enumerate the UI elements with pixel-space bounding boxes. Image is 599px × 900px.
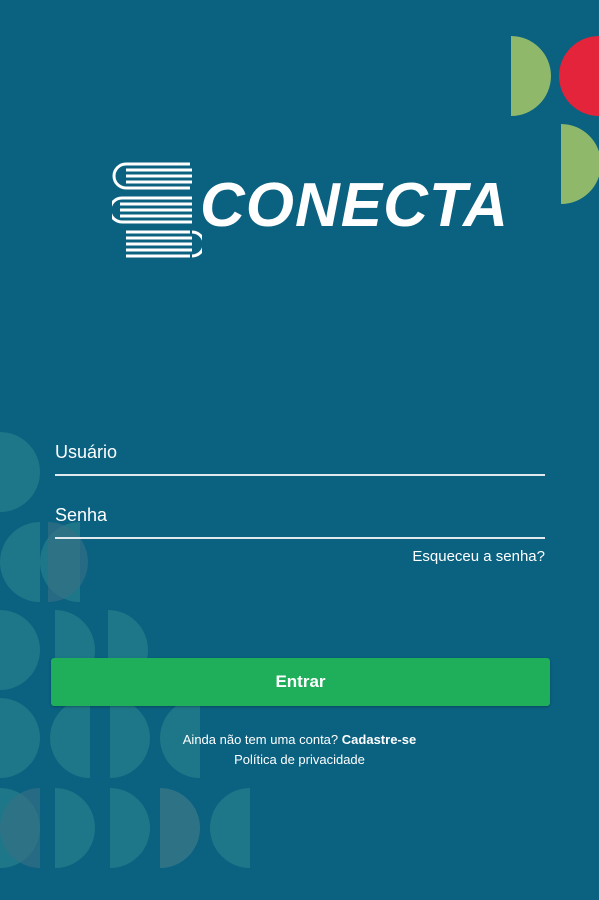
green-half-circle-shape [561,124,599,204]
username-input[interactable] [55,430,545,474]
username-field-container [55,430,545,476]
decorative-shapes-top [511,36,599,204]
login-button[interactable]: Entrar [51,658,550,706]
privacy-policy-link[interactable]: Política de privacidade [0,752,599,767]
app-logo: CONECTA [112,158,512,268]
signup-prompt-text: Ainda não tem uma conta? [182,732,339,747]
green-half-circle-shape [511,36,551,116]
brand-name: CONECTA [200,171,509,240]
signup-prompt-line: Ainda não tem uma conta? Cadastre-se [0,732,599,747]
red-circle-shape [559,36,599,116]
login-screen: CONECTA Esqueceu a senha? Entrar Ainda n… [0,0,599,900]
password-input[interactable] [55,493,545,537]
password-field-container [55,493,545,539]
forgot-password-link[interactable]: Esqueceu a senha? [412,548,545,565]
books-stack-icon [112,162,202,258]
signup-link[interactable]: Cadastre-se [342,732,416,747]
